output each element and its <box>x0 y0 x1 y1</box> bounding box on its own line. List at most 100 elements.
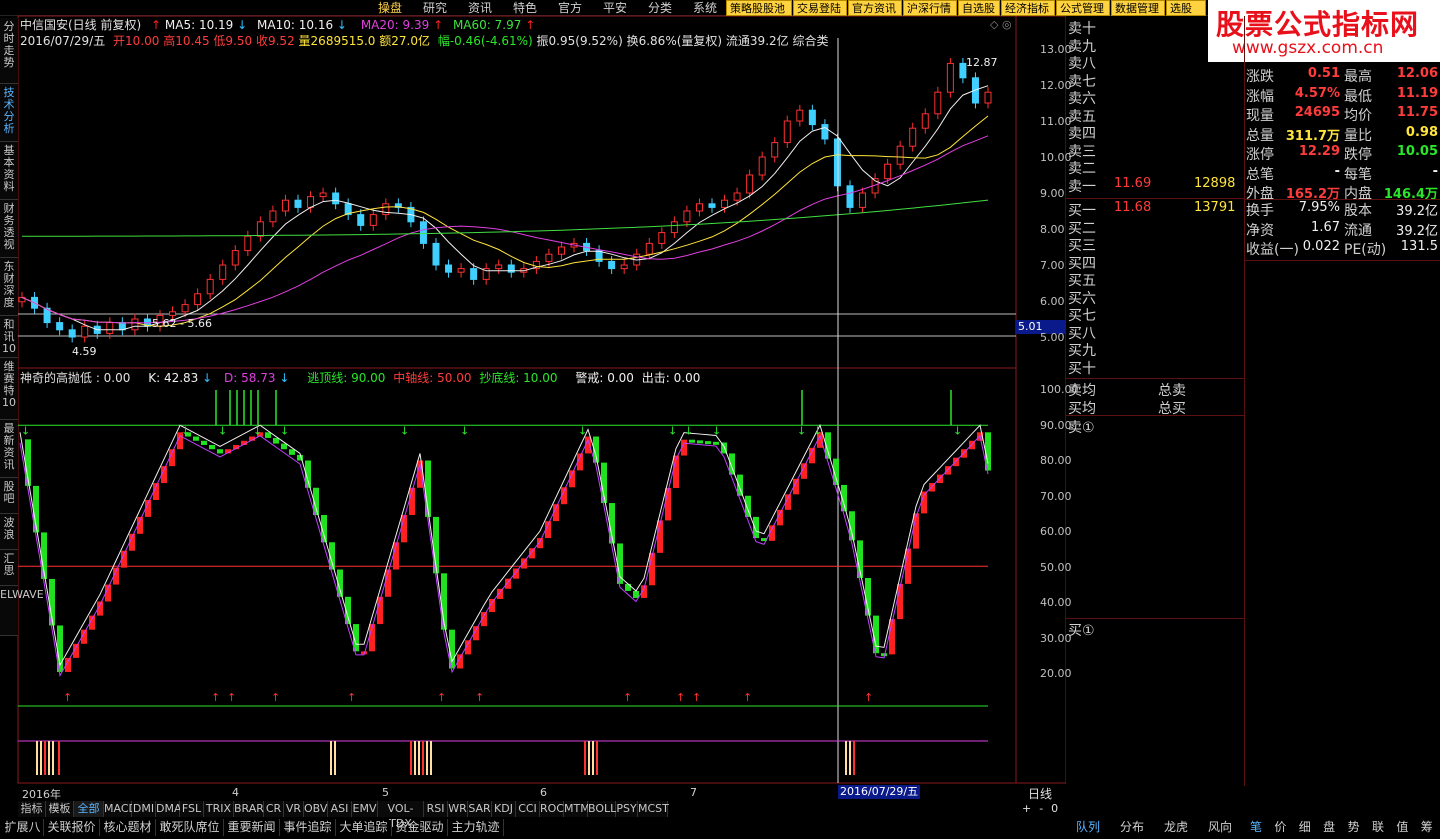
right-small-tab[interactable]: 联 <box>1366 819 1390 836</box>
indicator-tab[interactable]: VR <box>284 801 304 817</box>
menu-item[interactable]: 系统 <box>693 0 717 16</box>
indicator-tab[interactable]: ROC <box>540 801 564 817</box>
menu-item[interactable]: 官方 <box>558 0 582 16</box>
left-tab[interactable]: 维赛特10 <box>0 358 18 420</box>
bottom-tab[interactable]: 核心题材 <box>100 819 156 836</box>
bottom-tab[interactable]: 事件追踪 <box>280 819 336 836</box>
left-tab[interactable]: 和讯10 <box>0 316 18 358</box>
menu-item[interactable]: 操盘 <box>378 0 402 16</box>
left-tab[interactable]: ELWAVE <box>0 586 44 636</box>
bottom-tab[interactable]: 大单追踪 <box>336 819 392 836</box>
indicator-tab[interactable]: CCI <box>516 801 540 817</box>
candle-body <box>859 192 867 208</box>
right-tab[interactable]: 龙虎 <box>1154 819 1198 836</box>
candle-body <box>896 145 904 165</box>
indicator-header: 神奇的高抛低 : 0.00 K: 42.83 ↓ D: 58.73 ↓ 逃顶线:… <box>20 371 700 385</box>
indicator-tab[interactable]: VOL-TDX <box>378 801 424 830</box>
indicator-tab[interactable]: DMA <box>156 801 182 817</box>
indicator-axis-label: 50.00 <box>1040 560 1072 574</box>
toolbar-button[interactable]: 交易登陆 <box>793 0 847 16</box>
left-tab[interactable]: 基本资料 <box>0 142 18 200</box>
toolbar-button[interactable]: 经济指标 <box>1001 0 1055 16</box>
menu-item[interactable]: 平安 <box>603 0 627 16</box>
period-label[interactable]: 日线 <box>1028 785 1052 802</box>
right-small-tab[interactable]: 值 <box>1390 819 1414 836</box>
candle-body <box>194 293 202 306</box>
indicator-tab[interactable]: PSY <box>616 801 638 817</box>
right-small-tab[interactable]: 细 <box>1293 819 1317 836</box>
kd-bar <box>209 444 215 450</box>
candle-body <box>708 203 716 208</box>
toolbar-button[interactable]: 数据管理 <box>1111 0 1165 16</box>
bottom-tab[interactable]: 资金驱动 <box>392 819 448 836</box>
indicator-tab[interactable]: MACD <box>104 801 137 817</box>
right-small-tab[interactable]: 笔 <box>1244 819 1268 836</box>
candle-body <box>733 192 741 201</box>
left-tab[interactable]: 汇思 <box>0 550 18 586</box>
sell-arrow-icon: ↓ <box>668 424 677 437</box>
indicator-tab[interactable]: MTM <box>564 801 590 817</box>
menu-item[interactable]: 研究 <box>423 0 447 16</box>
toolbar-button[interactable]: 沪深行情 <box>903 0 957 16</box>
indicator-tab[interactable]: CR <box>264 801 284 817</box>
bottom-tab[interactable]: 重要新闻 <box>224 819 280 836</box>
indicator-tab[interactable]: DMI <box>132 801 156 817</box>
indicator-tab[interactable]: 全部 <box>74 801 104 817</box>
indicator-tab[interactable]: FSL <box>180 801 204 817</box>
menu-item[interactable]: 分类 <box>648 0 672 16</box>
indicator-tab[interactable]: SAR <box>468 801 492 817</box>
indicator-tab[interactable]: ASI <box>328 801 352 817</box>
left-tab[interactable]: 分时走势 <box>0 18 18 84</box>
signal-bar <box>36 741 38 775</box>
left-tab[interactable]: 财务透视 <box>0 200 18 258</box>
menu-item[interactable]: 资讯 <box>468 0 492 16</box>
toolbar-button[interactable]: 自选股 <box>958 0 1000 16</box>
cursor-date: 2016/07/29/五 <box>838 785 921 799</box>
bottom-tab[interactable]: 敢死队席位 <box>156 819 224 836</box>
indicator-tab[interactable]: EMV <box>352 801 378 817</box>
left-tab[interactable]: 波浪 <box>0 514 18 550</box>
right-small-tab[interactable]: 盘 <box>1317 819 1341 836</box>
indicator-tab[interactable]: 模板 <box>46 801 74 817</box>
candle-body <box>357 214 365 226</box>
stat-label: 最高 <box>1344 69 1372 85</box>
bottom-tab[interactable]: 关联报价 <box>44 819 100 836</box>
stat-value: 0.51 <box>1307 66 1340 81</box>
toolbar-button[interactable]: 策略股股池 <box>726 0 792 16</box>
ma20-line <box>21 135 989 324</box>
right-tab[interactable]: 队列 <box>1066 819 1110 836</box>
bottom-tab[interactable]: 扩展八 <box>2 819 44 836</box>
indicator-tab[interactable]: RSI <box>424 801 448 817</box>
stat-label: 股本 <box>1344 203 1372 219</box>
left-tab[interactable]: 东财深度 <box>0 258 18 316</box>
indicator-tab[interactable]: MCST <box>638 801 669 817</box>
candle-body <box>796 109 804 122</box>
indicator-tab[interactable]: KDJ <box>492 801 516 817</box>
right-small-tab[interactable]: 价 <box>1268 819 1292 836</box>
indicator-tab[interactable]: BOLL <box>588 801 616 817</box>
zoom-controls[interactable]: +-0 <box>1018 801 1066 817</box>
right-small-tab[interactable]: 筹 <box>1415 819 1439 836</box>
right-small-tab[interactable]: 势 <box>1342 819 1366 836</box>
left-tab[interactable]: 最新资讯 <box>0 420 18 478</box>
indicator-tab[interactable]: OBV <box>304 801 328 817</box>
indicator-tab[interactable]: 指标 <box>18 801 46 817</box>
indicator-tab[interactable]: BRAR <box>234 801 264 817</box>
candle-body <box>81 325 89 338</box>
indicator-tab[interactable]: TRIX <box>204 801 234 817</box>
right-tab[interactable]: 风向 <box>1198 819 1242 836</box>
price-axis-label: 6.00 <box>1040 295 1065 308</box>
bottom-tab[interactable]: 主力轨迹 <box>448 819 504 836</box>
menu-item[interactable]: 特色 <box>513 0 537 16</box>
kline-chart[interactable]: ↓ ↓ ↓ ↓ ↓ ↓ ↓ ↓ ↓ ↓ ↓ ↓ ↓ ↓ ↑ ↑ ↑ ↑ ↑ ↑ ↑ ↑ ↑ ↑ ↑ ↑ <box>0 0 1066 786</box>
left-tab[interactable]: 技术分析 <box>0 84 18 142</box>
sell-arrow-icon: ↓ <box>953 424 962 437</box>
right-tab[interactable]: 分布 <box>1110 819 1154 836</box>
indicator-tab[interactable]: WR <box>448 801 468 817</box>
stat-label: 涨幅 <box>1246 88 1274 105</box>
toolbar-button[interactable]: 选股 <box>1166 0 1206 16</box>
toolbar-button[interactable]: 官方资讯 <box>848 0 902 16</box>
kd-bar <box>689 439 695 443</box>
toolbar-button[interactable]: 公式管理 <box>1056 0 1110 16</box>
left-tab[interactable]: 股吧 <box>0 478 18 514</box>
